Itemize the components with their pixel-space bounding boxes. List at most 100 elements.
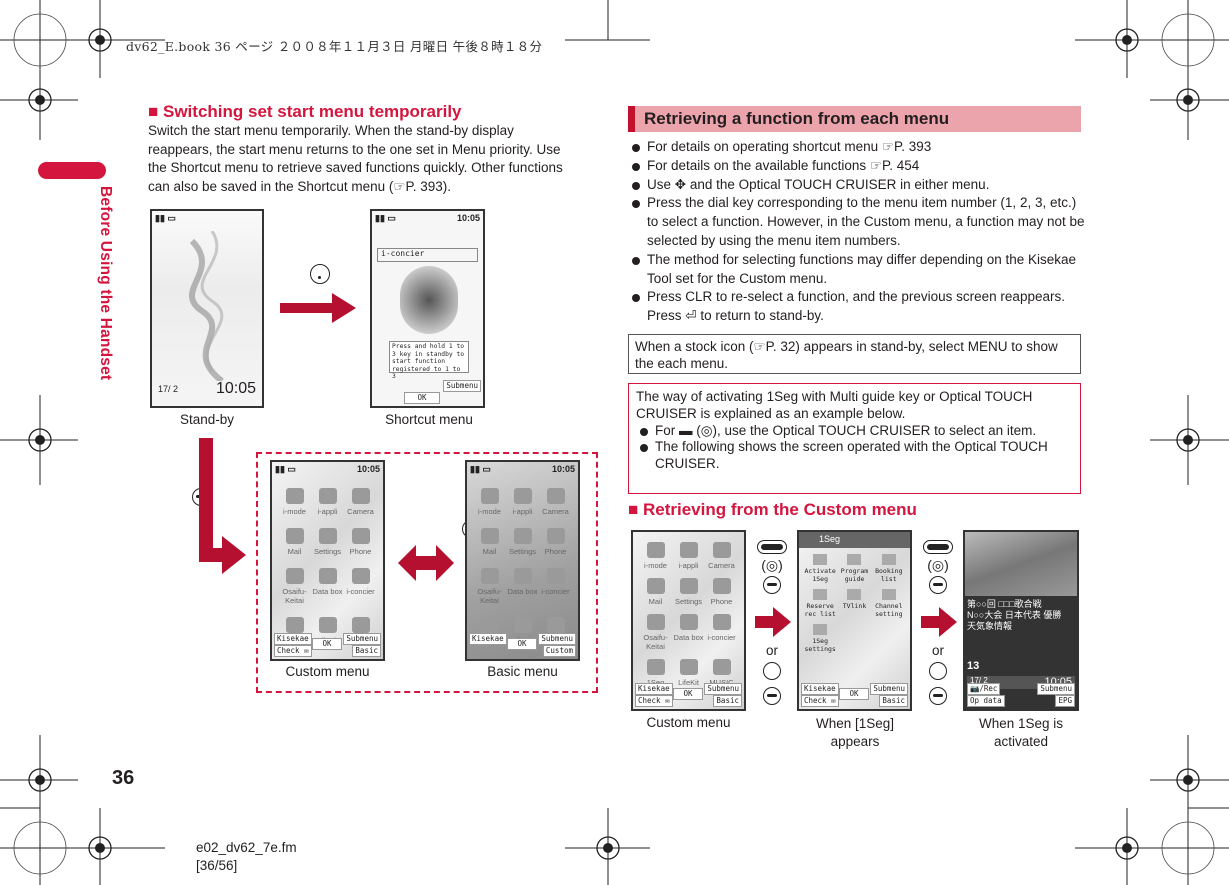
menu-item-icon [646, 578, 665, 594]
menu-item[interactable]: Osaifu-Keitai [278, 568, 311, 605]
menu-item-icon [813, 589, 828, 600]
example-box: The way of activating 1Seg with Multi gu… [628, 383, 1081, 494]
menu-item-icon [480, 488, 499, 504]
menu-item[interactable]: Data box [311, 568, 344, 605]
menu-item-icon [712, 659, 731, 675]
bullet-item: Use ✥ and the Optical TOUCH CRUISER in e… [628, 176, 1088, 195]
menu-item-icon [679, 614, 698, 630]
1seg-menu-item[interactable]: Booking list [872, 554, 906, 583]
l-shaped-arrow [199, 438, 246, 574]
menu-item[interactable]: i-concier [539, 568, 572, 605]
bullet-item: The following shows the screen operated … [636, 439, 1073, 473]
menu-item-icon [285, 488, 304, 504]
1seg-appears-caption: When [1Seg] appears [815, 716, 895, 749]
menu-item-icon [646, 542, 665, 558]
menu-item-icon [712, 614, 731, 630]
nav-key-icon [929, 662, 947, 680]
standby-caption: Stand-by [179, 412, 235, 427]
shortcut-hint: Press and hold 1 to 3 key in standby to … [389, 341, 469, 380]
menu-item[interactable]: i-appli [672, 542, 705, 570]
standby-screen: ▮▮ ▭ 17/ 2 10:05 [150, 209, 264, 408]
custom-menu-screen: ▮▮ ▭ 10:05 i-mode i-appli Camera Mail Setting… [270, 460, 385, 661]
menu-item[interactable]: i-mode [639, 542, 672, 570]
1seg-menu-item[interactable]: Activate 1Seg [803, 554, 837, 583]
menu-item[interactable]: Camera [705, 542, 738, 570]
standby-date: 17/ 2 [158, 384, 179, 394]
menu-item-icon [513, 568, 532, 584]
menu-item[interactable]: i-concier [705, 614, 738, 651]
smoke-wallpaper [189, 231, 224, 381]
menu-item-icon [679, 578, 698, 594]
1seg-activated-screen: 第○○回 □□□歌合戦 N○○大会 日本代表 優勝 天気象情報 13 17/ 2 10… [963, 530, 1079, 711]
menu-item[interactable]: i-appli [506, 488, 539, 516]
menu-item-icon [513, 488, 532, 504]
menu-item[interactable]: Settings [672, 578, 705, 606]
menu-item-icon [480, 568, 499, 584]
shortcut-caption: Shortcut menu [385, 412, 473, 427]
menu-item[interactable]: Camera [344, 488, 377, 516]
footer-pages: [36/56] [196, 858, 238, 873]
section-heading-retrieving: Retrieving a function from each menu [628, 106, 1081, 132]
menu-item[interactable]: Phone [705, 578, 738, 606]
menu-item[interactable]: Data box [506, 568, 539, 605]
menu-item[interactable]: Osaifu-Keitai [639, 614, 672, 651]
menu-item-icon [813, 554, 828, 565]
menu-item[interactable]: i-concier [344, 568, 377, 605]
menu-item[interactable]: Settings [311, 528, 344, 556]
right-arrow [755, 607, 791, 637]
menu-item[interactable]: Phone [344, 528, 377, 556]
menu-item-icon [546, 488, 565, 504]
1seg-menu-item[interactable]: Program guide [837, 554, 871, 583]
menu-item[interactable]: Mail [473, 528, 506, 556]
menu-item[interactable]: Camera [539, 488, 572, 516]
double-arrow [398, 545, 454, 581]
menu-key-icon [763, 687, 781, 705]
menu-item-icon [546, 528, 565, 544]
menu-item-icon [847, 554, 862, 565]
1seg-menu-item[interactable]: Channel setting [872, 589, 906, 618]
menu-item-icon [318, 488, 337, 504]
right-arrow [280, 293, 356, 323]
bullet-item: For details on operating shortcut menu ☞… [628, 138, 1088, 157]
nav-down-key-icon [310, 264, 330, 284]
menu-item[interactable]: i-appli [311, 488, 344, 516]
menu-item-icon [285, 568, 304, 584]
multi-guide-key-icon [923, 540, 953, 554]
multi-guide-key-icon [757, 540, 787, 554]
section-paragraph: Switch the start menu temporarily. When … [148, 123, 563, 195]
bullet-item: For details on the available functions ☞… [628, 157, 1088, 176]
menu-item[interactable]: Mail [278, 528, 311, 556]
shortcut-dial [400, 266, 458, 334]
1seg-menu-item[interactable]: TVlink [837, 589, 871, 618]
menu-item-icon [513, 617, 532, 633]
menu-item[interactable]: Settings [506, 528, 539, 556]
menu-item-icon [285, 528, 304, 544]
menu-item[interactable]: i-mode [473, 488, 506, 516]
menu-item[interactable]: Phone [539, 528, 572, 556]
1seg-menu-item[interactable]: 1Seg settings [803, 624, 837, 653]
1seg-menu-screen: 1Seg Activate 1Seg Program guide Booking l… [797, 530, 912, 711]
right-arrow [921, 607, 957, 637]
nav-key-icon [763, 662, 781, 680]
menu-item-icon [480, 528, 499, 544]
menu-item-icon [847, 589, 862, 600]
shortcut-title: i-concier [377, 248, 478, 262]
menu-key-icon [929, 576, 947, 594]
tv-picture [965, 532, 1077, 596]
page-number: 36 [112, 767, 135, 789]
menu-item-icon [318, 568, 337, 584]
menu-item-icon [285, 617, 304, 633]
menu-item-icon [813, 624, 828, 635]
menu-item[interactable]: i-mode [278, 488, 311, 516]
menu-item-icon [546, 617, 565, 633]
menu-item[interactable]: Mail [639, 578, 672, 606]
section-tab-marker [38, 162, 106, 179]
side-section-title: Before Using the Handset [97, 186, 114, 381]
menu-item-icon [351, 617, 370, 633]
1seg-menu-item[interactable]: Reserve rec list [803, 589, 837, 618]
menu-item-icon [513, 528, 532, 544]
basic-menu-screen: ▮▮ ▭ 10:05 i-mode i-appli Camera Mail Setting… [465, 460, 580, 661]
menu-item[interactable]: Data box [672, 614, 705, 651]
menu-item[interactable]: Osaifu-Keitai [473, 568, 506, 605]
basic-menu-caption: Basic menu [487, 664, 558, 679]
